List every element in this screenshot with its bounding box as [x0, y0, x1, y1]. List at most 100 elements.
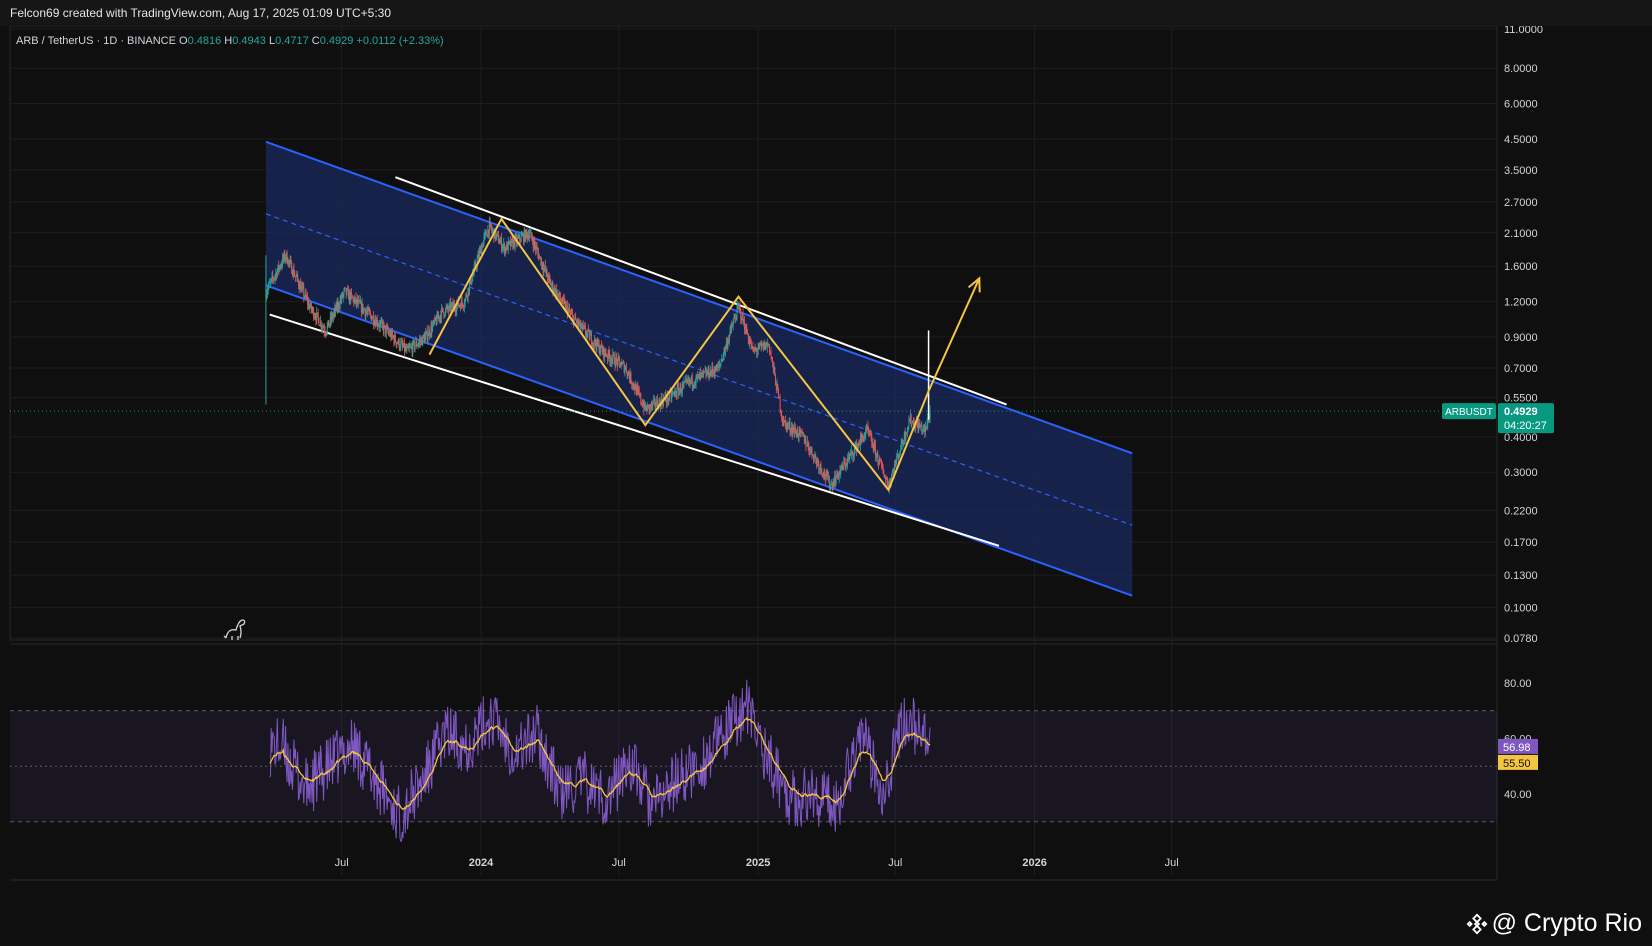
- candle: [735, 313, 736, 324]
- candle-body: [479, 250, 480, 258]
- candle-body: [285, 257, 287, 260]
- candle: [339, 295, 341, 311]
- candle-body: [400, 342, 402, 348]
- candle-body: [517, 237, 519, 239]
- candle-body: [829, 486, 831, 488]
- candle-body: [752, 346, 754, 348]
- candle: [273, 276, 274, 285]
- symbol-bar: ARB / TetherUS · 1D · BINANCE O0.4816 H0…: [16, 35, 444, 47]
- candle-body: [541, 261, 543, 268]
- candle: [775, 373, 777, 386]
- candle: [805, 435, 807, 452]
- candle-body: [366, 311, 368, 313]
- candle-body: [611, 358, 613, 362]
- candle-body: [391, 331, 393, 336]
- candle: [424, 331, 426, 343]
- candle: [617, 352, 619, 367]
- time-tick-label: Jul: [612, 857, 626, 869]
- candle-body: [864, 435, 866, 437]
- candle-body: [293, 268, 295, 276]
- candle-body: [630, 372, 632, 383]
- credit-text: Felcon69 created with TradingView.com, A…: [10, 6, 392, 20]
- candle: [485, 229, 487, 236]
- candle-body: [369, 310, 371, 313]
- candle-body: [870, 434, 872, 436]
- candle: [681, 380, 683, 397]
- candle-body: [401, 342, 403, 346]
- candle-body: [323, 326, 324, 329]
- candle-body: [808, 446, 810, 452]
- candle-body: [444, 308, 446, 316]
- candle: [830, 481, 832, 491]
- price-tick-label: 4.5000: [1504, 134, 1538, 146]
- candle-body: [354, 299, 355, 303]
- candle-body: [731, 326, 733, 328]
- candle-body: [584, 326, 586, 328]
- candle: [500, 233, 502, 254]
- candle-body: [525, 230, 527, 234]
- candle: [630, 371, 632, 385]
- candle: [550, 278, 552, 286]
- candle-body: [652, 402, 654, 407]
- candle: [268, 281, 270, 290]
- price-tick-label: 0.5500: [1504, 393, 1538, 405]
- candle-body: [563, 297, 564, 300]
- candle-body: [694, 382, 696, 385]
- candle: [307, 291, 309, 311]
- candle-body: [891, 472, 893, 477]
- candle-body: [281, 265, 283, 267]
- candle-body: [739, 306, 741, 310]
- candle-body: [580, 321, 582, 329]
- high-label: H: [224, 35, 232, 47]
- candle: [628, 370, 630, 376]
- candle-body: [898, 454, 900, 459]
- candle: [861, 433, 863, 445]
- candle: [321, 324, 323, 334]
- chart-canvas[interactable]: 11.00008.00006.00004.50003.50002.70002.1…: [0, 0, 1652, 946]
- candle: [721, 354, 723, 362]
- candle-body: [272, 275, 274, 279]
- time-tick-label: Jul: [335, 857, 349, 869]
- candle: [778, 396, 780, 399]
- candle-body: [604, 349, 606, 354]
- candle: [510, 238, 512, 247]
- candle: [650, 401, 652, 412]
- candle: [801, 428, 803, 434]
- candle-body: [572, 314, 574, 316]
- candle: [400, 337, 402, 352]
- candle: [847, 453, 848, 470]
- rsi-ma-tag-value: 55.50: [1503, 758, 1531, 770]
- candle-body: [862, 435, 864, 438]
- candle: [294, 270, 296, 277]
- candle-body: [274, 275, 276, 279]
- candle-body: [899, 452, 901, 455]
- candle-body: [417, 344, 419, 346]
- candle: [898, 454, 900, 460]
- candle: [716, 363, 718, 372]
- candle-body: [270, 278, 272, 282]
- candle-body: [575, 320, 577, 322]
- candle-body: [563, 299, 565, 302]
- candle-body: [582, 324, 584, 327]
- candle-body: [463, 305, 465, 308]
- high-value: 0.4943: [232, 35, 269, 47]
- candle: [566, 300, 568, 319]
- candle-body: [464, 298, 466, 306]
- candle: [625, 362, 627, 373]
- candle: [652, 402, 654, 411]
- candle-body: [850, 453, 852, 455]
- price-tick-label: 2.7000: [1504, 197, 1538, 209]
- candle-body: [445, 307, 447, 309]
- candle-body: [821, 469, 823, 474]
- candle-body: [852, 451, 854, 457]
- price-tick-label: 0.3000: [1504, 467, 1538, 479]
- candle: [414, 345, 416, 353]
- candle-body: [735, 317, 736, 319]
- candle-body: [747, 335, 749, 341]
- candle-body: [880, 459, 882, 462]
- candle: [323, 324, 324, 329]
- candle-body: [806, 445, 808, 447]
- candle: [671, 388, 673, 402]
- binance-diamond-icon: [1466, 913, 1488, 934]
- candle-body: [780, 410, 782, 415]
